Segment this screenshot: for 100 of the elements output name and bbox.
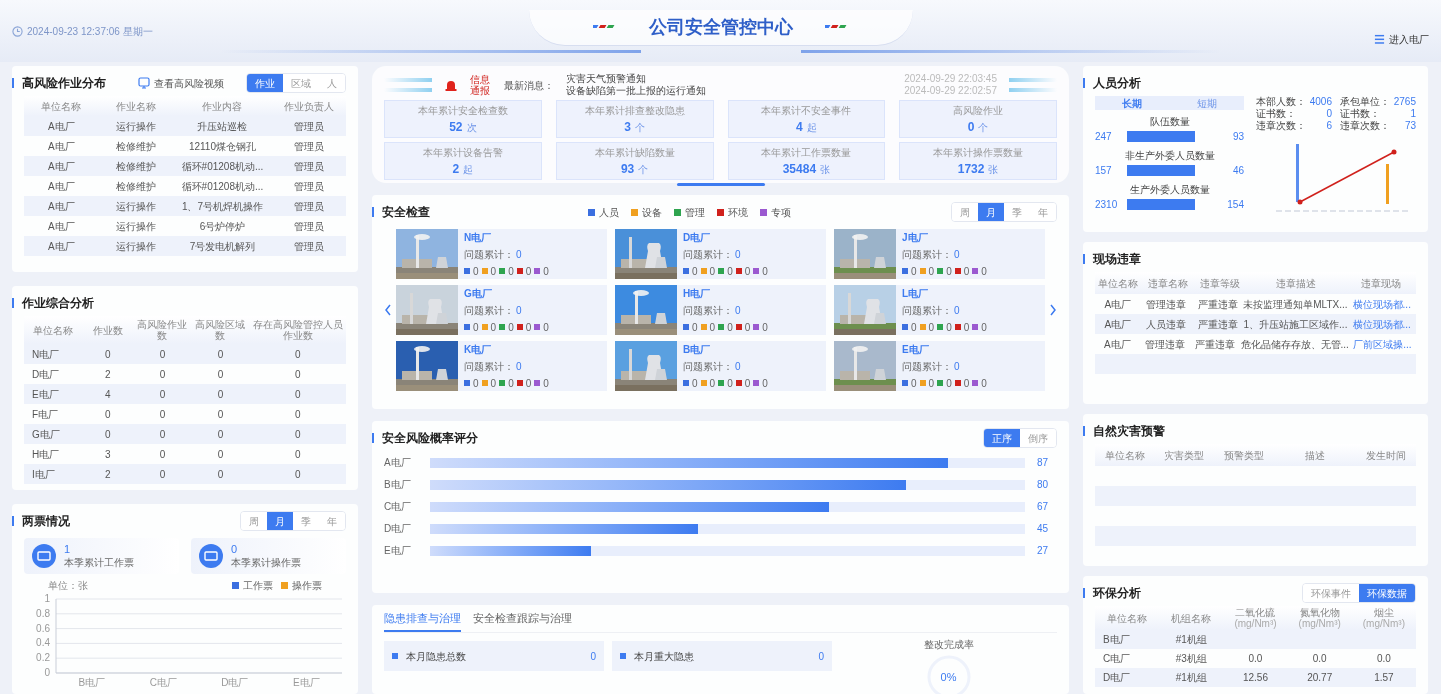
stat-value: 2765	[1393, 96, 1416, 108]
count-value: 247	[1095, 130, 1113, 144]
table-cell-text: 检修维护	[115, 159, 158, 174]
category-swatch	[700, 324, 707, 330]
column-header: 高风险作业数	[136, 319, 189, 341]
category-swatch	[753, 324, 760, 330]
category-count: 0	[928, 264, 935, 279]
page-title: 公司安全管控中心	[648, 15, 793, 39]
issues-count: 0	[954, 359, 960, 374]
plant-card[interactable]: E电厂 问题累计： 0 0 0 0 0 0	[834, 341, 1045, 391]
rate-value: 0%	[940, 671, 957, 683]
unit-label: (mg/Nm³)	[1234, 618, 1277, 629]
legend-label: 工作票	[243, 579, 273, 593]
table-cell-text: 0.0	[1247, 652, 1264, 666]
segment-tab[interactable]: 正序	[984, 429, 1020, 447]
plant-card[interactable]: G电厂 问题累计： 0 0 0 0 0 0	[396, 285, 607, 335]
stat-label: 证书数：	[1340, 108, 1380, 120]
table-cell-text: #1机组	[1174, 633, 1208, 647]
table-cell-text: A电厂	[1103, 337, 1132, 352]
stat-value: 73	[1404, 120, 1416, 132]
segment-tab[interactable]: 月	[978, 203, 1004, 221]
notice-label: 信息通报	[470, 74, 491, 96]
axis-label: E电厂	[292, 677, 320, 688]
table-cell-text: 6号炉停炉	[198, 219, 247, 234]
issues-count: 0	[516, 359, 522, 374]
table-cell-text: A电厂	[47, 119, 76, 134]
segment-tab[interactable]: 作业	[247, 74, 283, 92]
category-swatch	[919, 324, 926, 330]
violation-link[interactable]: 厂前区域操...	[1348, 336, 1416, 352]
category-count: 0	[744, 320, 751, 335]
date-time: 2024-09-23 12:37:06 星期一	[27, 24, 153, 39]
stat-unit: 张	[820, 162, 831, 177]
stat-unit: 起	[463, 162, 474, 177]
segment-tab[interactable]: 月	[267, 512, 293, 530]
decor-bar	[1009, 88, 1057, 92]
table-cell-text: F电厂	[31, 407, 60, 422]
plant-card[interactable]: K电厂 问题累计： 0 0 0 0 0 0	[396, 341, 607, 391]
stat-label: 违章次数：	[1256, 120, 1306, 132]
axis-tick: 1	[44, 593, 50, 604]
category-swatch	[718, 380, 725, 386]
score-value: 45	[1037, 522, 1050, 536]
plant-card[interactable]: H电厂 问题累计： 0 0 0 0 0 0	[615, 285, 826, 335]
violation-link[interactable]: 横位现场都...	[1347, 316, 1416, 332]
stat-value: 2	[452, 160, 460, 178]
table-cell-text: 运行操作	[115, 219, 158, 234]
tab[interactable]: 隐患排查与治理	[384, 609, 461, 632]
category-swatch	[972, 268, 979, 274]
table-cell-text: 0	[158, 367, 167, 382]
category-swatch	[700, 380, 707, 386]
panel-title: 环保分析	[1093, 585, 1141, 602]
issues-count: 0	[516, 247, 522, 262]
legend-label: 环境	[728, 205, 748, 220]
message-time: 2024-09-29 22:02:57	[904, 85, 997, 97]
issues-label: 问题累计：	[464, 359, 514, 374]
plant-label: A电厂	[384, 456, 412, 470]
message-text[interactable]: 灾害天气预警通知	[566, 73, 706, 85]
table-cell-text: 12110煤仓钢孔	[187, 139, 257, 154]
category-count: 0	[709, 376, 716, 391]
tab[interactable]: 安全检查跟踪与治理	[473, 609, 572, 632]
column-header: 机组名称	[1170, 612, 1213, 624]
category-swatch	[499, 324, 506, 330]
plant-card[interactable]: N电厂 问题累计： 0 0 0 0 0 0	[396, 229, 607, 279]
period-tab[interactable]: 短期	[1169, 96, 1244, 110]
table-cell-text: 循环#01208机动...	[180, 179, 265, 194]
table-cell-text: 0.0	[1375, 652, 1392, 666]
message-text[interactable]: 设备缺陷第一批上报的运行通知	[566, 85, 706, 97]
enter-button[interactable]: 进入电厂	[1374, 31, 1429, 47]
table-cell-text: 严重违章	[1194, 337, 1237, 352]
plant-card[interactable]: D电厂 问题累计： 0 0 0 0 0 0	[615, 229, 826, 279]
category-swatch	[972, 324, 979, 330]
category-count: 0	[762, 264, 768, 279]
table-cell-text: 检修维护	[115, 179, 158, 194]
plant-card[interactable]: L电厂 问题累计： 0 0 0 0 0 0	[834, 285, 1045, 335]
table-cell-text: 0	[293, 467, 302, 482]
table-cell-text: I电厂	[31, 467, 56, 482]
category-count: 0	[946, 320, 952, 335]
stripe-decoration	[592, 24, 617, 30]
chevron-left-icon[interactable]	[384, 304, 392, 316]
segment-tab[interactable]: 环保数据	[1359, 584, 1415, 602]
plant-name: K电厂	[464, 342, 493, 357]
category-count: 0	[490, 264, 497, 279]
video-link[interactable]: 查看高风险视频	[138, 75, 224, 91]
metric-value: 0	[590, 649, 596, 664]
table-cell-text: A电厂	[1103, 317, 1133, 332]
column-header: 违章现场	[1359, 277, 1402, 289]
period-tab[interactable]: 长期	[1095, 96, 1170, 110]
plant-label: B电厂	[384, 478, 412, 492]
chevron-right-icon[interactable]	[1049, 304, 1057, 316]
issues-label: 问题累计：	[683, 247, 733, 262]
plant-card[interactable]: B电厂 问题累计： 0 0 0 0 0 0	[615, 341, 826, 391]
table-cell-text: 管理员	[292, 199, 325, 214]
category-count: 0	[543, 320, 549, 335]
legend-label: 专项	[771, 205, 791, 220]
table-cell-text: 1、7号机焊机操作	[180, 199, 264, 214]
latest-label: 最新消息：	[504, 78, 554, 93]
stat-value: 52	[449, 118, 463, 136]
violation-link[interactable]: 横位现场都...	[1347, 296, 1416, 312]
stat-unit: 个	[634, 120, 645, 135]
stat-value: 4	[796, 118, 803, 136]
plant-card[interactable]: J电厂 问题累计： 0 0 0 0 0 0	[834, 229, 1045, 279]
